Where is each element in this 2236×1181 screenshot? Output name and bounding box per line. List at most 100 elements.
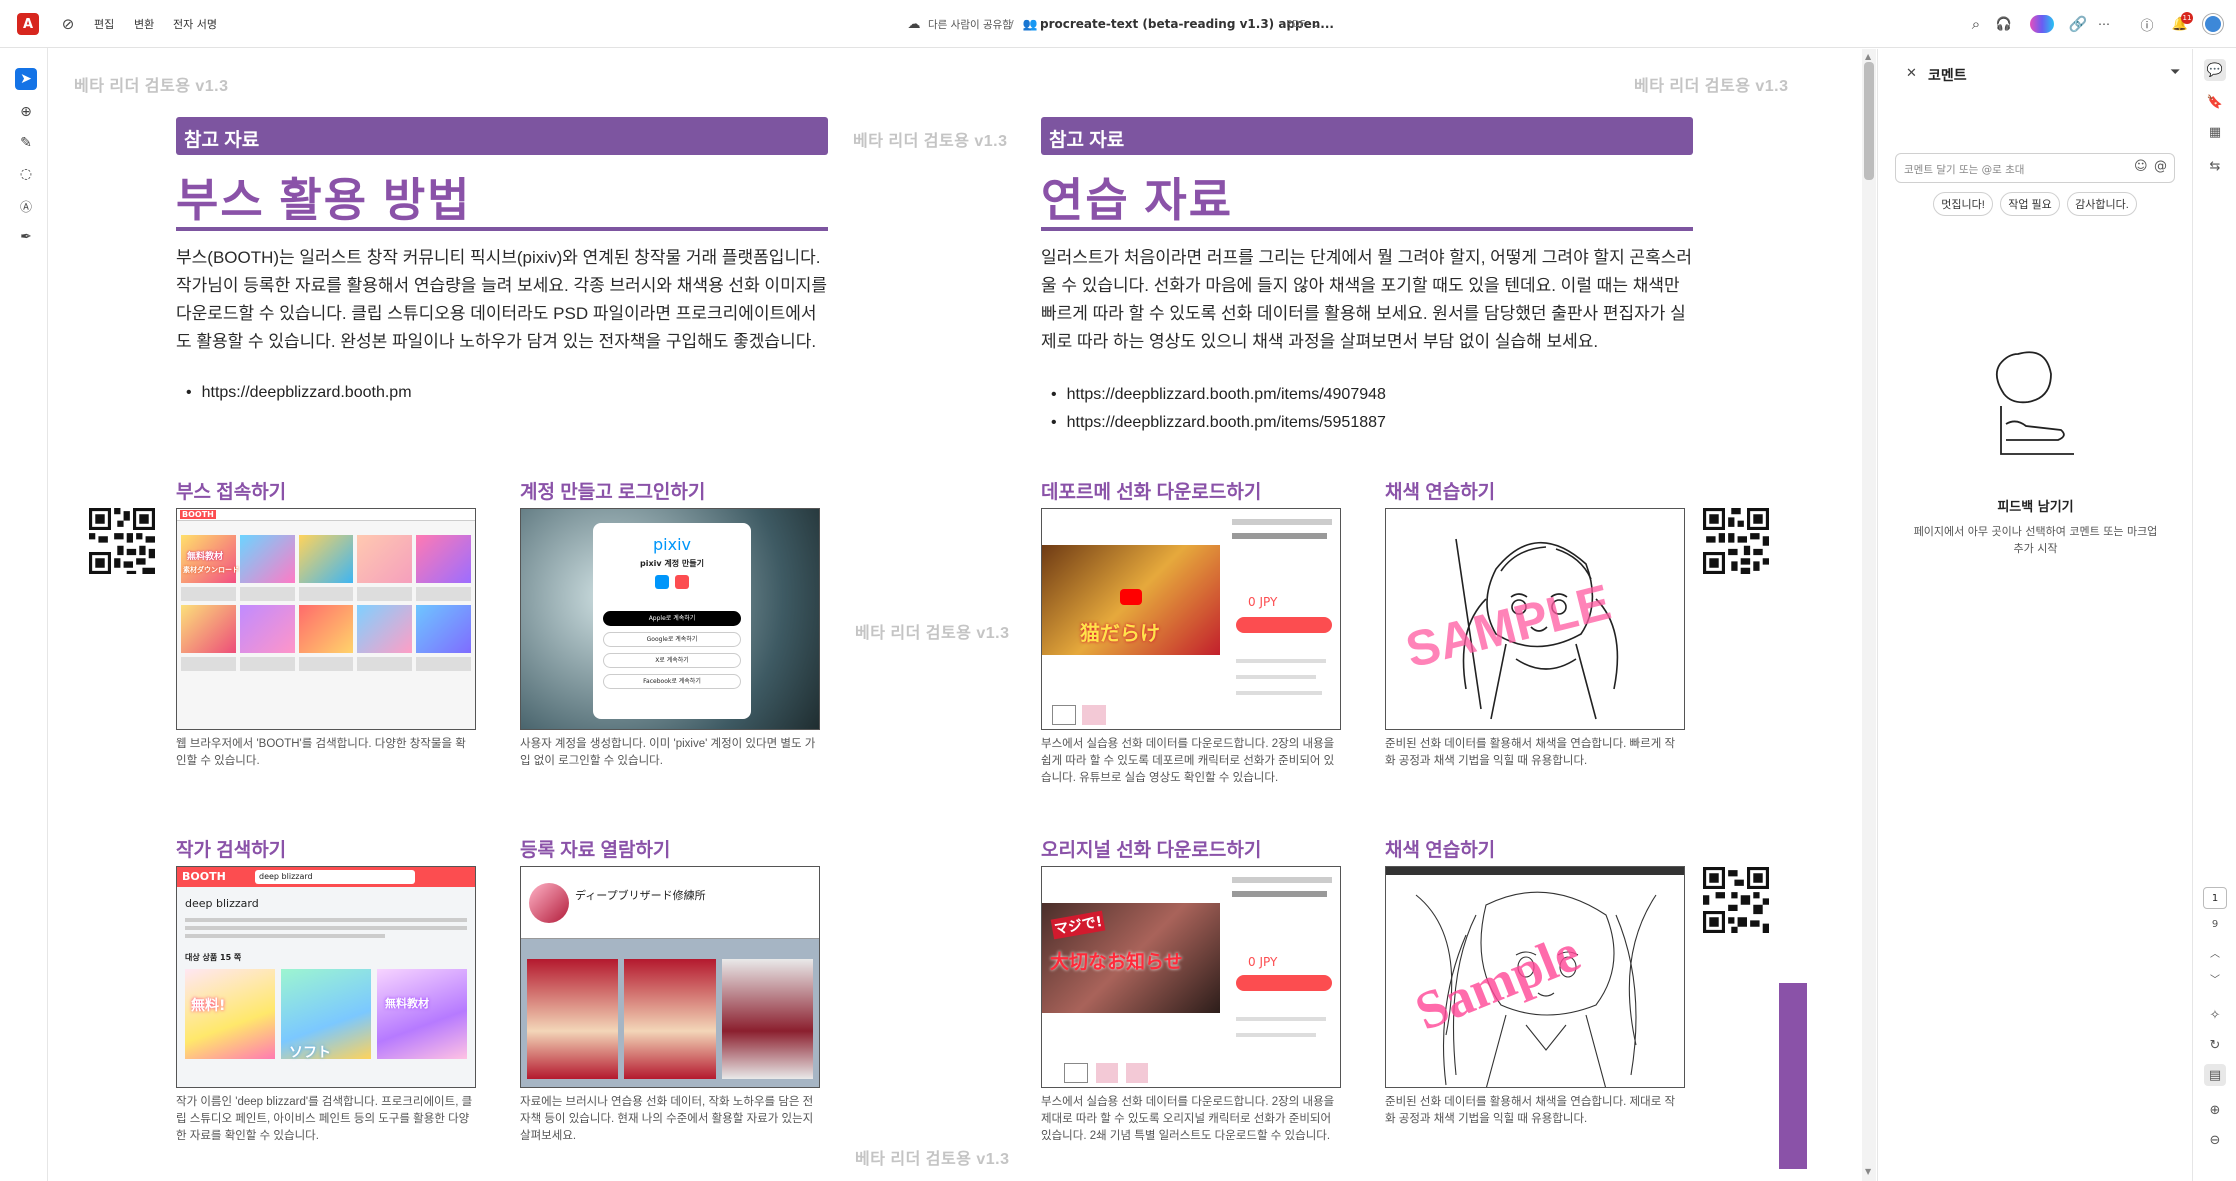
top-bar: A ⊘ 편집 변환 전자 서명 ☁ 다른 사람이 공유함 / 👥 procrea… — [0, 0, 2236, 48]
quick-reply-chip[interactable]: 감사합니다. — [2067, 192, 2137, 216]
price-label: 0 JPY — [1248, 595, 1278, 609]
screenshot-booth-shop: ディープブリザード修練所 — [520, 866, 820, 1088]
screenshot-booth-home: BOOTH 無料教材 素材ダウンロード — [176, 508, 476, 730]
avatar[interactable] — [2203, 14, 2223, 34]
page-heading: 연습 자료 — [1041, 174, 1234, 226]
section-caption: 부스에서 실습용 선화 데이터를 다운로드합니다. 2장의 내용을 제대로 따라… — [1041, 1096, 1335, 1142]
search-icon[interactable]: ⌕ — [1966, 14, 1986, 34]
booth-link[interactable]: https://deepblizzard.booth.pm — [186, 384, 412, 402]
section-caption: 웹 브라우저에서 'BOOTH'를 검색합니다. 다양한 창작물을 확인할 수 … — [176, 738, 466, 767]
filter-icon[interactable]: ⏷ — [2170, 65, 2180, 80]
comment-input[interactable]: 코멘트 달기 또는 @로 초대 ☺ @ — [1895, 153, 2175, 183]
apple-signin-button: Apple로 계속하기 — [603, 611, 741, 626]
item-link[interactable]: https://deepblizzard.booth.pm/items/4907… — [1051, 386, 1386, 404]
menu-esign[interactable]: 전자 서명 — [173, 0, 217, 48]
section-caption: 작가 이름인 'deep blizzard'를 검색합니다. 프로크리에이트, … — [176, 1096, 473, 1142]
menu-convert[interactable]: 변환 — [134, 0, 154, 48]
notification-badge: 11 — [2181, 12, 2193, 24]
pixiv-logo: pixiv — [653, 535, 691, 554]
watermark: 베타 리더 검토용 v1.3 — [855, 625, 1010, 642]
chevron-down-icon[interactable]: ⌄ — [1306, 14, 1326, 34]
qr-code — [1703, 508, 1769, 574]
scroll-down-icon[interactable]: ▼ — [1865, 1167, 1871, 1176]
section-caption: 준비된 선화 데이터를 활용해서 채색을 연습합니다. 제대로 작화 공정과 채… — [1385, 1096, 1676, 1125]
zoom-tool-icon[interactable]: ⊕ — [15, 101, 37, 123]
page-number-total: 9 — [2211, 919, 2219, 930]
more-icon[interactable]: ⋯ — [2094, 14, 2114, 34]
section-band: 참고 자료 — [176, 117, 828, 155]
product-badge: 無料教材 — [385, 997, 429, 1010]
screenshot-booth-search: BOOTH deep blizzard deep blizzard 대상 상품 1… — [176, 866, 476, 1088]
scroll-up-icon[interactable]: ▲ — [1865, 52, 1871, 61]
video-title: 大切なお知らせ — [1050, 951, 1183, 973]
price-label: 0 JPY — [1248, 955, 1278, 969]
chevron-down-icon[interactable]: ﹀ — [2204, 967, 2226, 989]
cloud-icon: ☁ — [907, 16, 921, 32]
search-box: deep blizzard — [255, 870, 415, 884]
pen-tool-icon[interactable]: ✎ — [15, 132, 37, 154]
watermark: 베타 리더 검토용 v1.3 — [1634, 78, 1789, 95]
document-viewer[interactable]: 베타 리더 검토용 v1.3 베타 리더 검토용 v1.3 베타 리더 검토용 … — [49, 49, 1861, 1181]
history-icon[interactable]: ⊘ — [58, 14, 78, 34]
comment-placeholder: 코멘트 달기 또는 @로 초대 — [1904, 164, 2025, 176]
acrobat-logo-icon[interactable]: A — [17, 13, 39, 35]
ai-assistant-icon[interactable] — [2030, 15, 2054, 33]
feedback-illustration-icon — [1995, 351, 2074, 455]
compare-icon[interactable]: ⇆ — [2204, 155, 2226, 177]
author-name: deep blizzard — [185, 897, 259, 910]
vertical-scrollbar[interactable]: ▲ ▼ — [1862, 49, 1876, 1181]
link-icon[interactable]: 🔗 — [2068, 14, 2088, 34]
banner-text: 素材ダウンロード — [183, 566, 239, 574]
watermark: 베타 리더 검토용 v1.3 — [855, 1151, 1010, 1168]
product-badge: 無料! — [191, 998, 226, 1014]
shop-name: ディープブリザード修練所 — [575, 889, 706, 902]
headphones-icon[interactable]: 🎧 — [1994, 14, 2014, 34]
booth-logo: BOOTH — [182, 870, 226, 883]
shared-users-icon: 👥 — [1022, 17, 1038, 31]
section-title: 부스 접속하기 — [176, 482, 287, 503]
ai-sparkle-icon[interactable]: ✧ — [2204, 1004, 2226, 1026]
grid-icon[interactable]: ▦ — [2204, 121, 2226, 143]
section-caption: 자료에는 브러시나 연습용 선화 데이터, 작화 노하우를 담은 전자책 등이 … — [520, 1096, 814, 1142]
page-number-current[interactable]: 1 — [2203, 887, 2227, 909]
x-signin-button: X로 계속하기 — [603, 653, 741, 668]
mention-icon[interactable]: @ — [2154, 159, 2167, 174]
watermark: 베타 리더 검토용 v1.3 — [74, 78, 229, 95]
menu-edit[interactable]: 편집 — [94, 0, 114, 48]
close-icon[interactable]: ✕ — [1906, 66, 1917, 81]
section-caption: 부스에서 실습용 선화 데이터를 다운로드합니다. 2장의 내용을 쉽게 따라 … — [1041, 738, 1335, 784]
comments-panel: ✕ 코멘트 ⏷ 코멘트 달기 또는 @로 초대 ☺ @ 멋집니다! 작업 필요 … — [1877, 49, 2192, 1181]
rotate-icon[interactable]: ↻ — [2204, 1034, 2226, 1056]
panel-title: 코멘트 — [1928, 68, 1967, 84]
screenshot-pixiv-signup: pixiv pixiv 계정 만들기 Apple로 계속하기 Google로 계… — [520, 508, 820, 730]
lasso-tool-icon[interactable]: ◌ — [15, 163, 37, 185]
scrollbar-thumb[interactable] — [1864, 62, 1874, 180]
heading-rule — [1041, 227, 1693, 231]
help-icon[interactable]: ⓘ — [2137, 14, 2157, 34]
share-status: 다른 사람이 공유함 — [928, 18, 1012, 31]
quick-reply-chip[interactable]: 멋집니다! — [1933, 192, 1993, 216]
banner-text: 無料教材 — [187, 552, 224, 562]
page-fit-icon[interactable]: ▤ — [2204, 1064, 2226, 1086]
google-signin-button: Google로 계속하기 — [603, 632, 741, 647]
qr-code — [89, 508, 155, 574]
result-count: 대상 상품 15 쪽 — [185, 953, 242, 962]
document-type: PDF — [1286, 18, 1306, 30]
bookmark-icon[interactable]: 🔖 — [2204, 91, 2226, 113]
chevron-up-icon[interactable]: ︿ — [2204, 941, 2226, 963]
quick-reply-chip[interactable]: 작업 필요 — [2000, 192, 2060, 216]
section-title: 작가 검색하기 — [176, 840, 287, 861]
select-tool-icon[interactable]: ➤ — [15, 68, 37, 90]
emoji-icon[interactable]: ☺ — [2134, 159, 2148, 174]
sign-tool-icon[interactable]: ✒ — [15, 226, 37, 248]
item-link[interactable]: https://deepblizzard.booth.pm/items/5951… — [1051, 414, 1386, 432]
zoom-out-icon[interactable]: ⊖ — [2204, 1129, 2226, 1151]
section-title: 채색 연습하기 — [1385, 482, 1496, 503]
qr-code — [1703, 867, 1769, 933]
section-title: 채색 연습하기 — [1385, 840, 1496, 861]
comment-icon[interactable]: 💬 — [2204, 59, 2226, 81]
text-tool-icon[interactable]: Ⓐ — [15, 195, 37, 217]
section-title: 오리지널 선화 다운로드하기 — [1041, 840, 1262, 861]
zoom-in-icon[interactable]: ⊕ — [2204, 1099, 2226, 1121]
lineart-sample-2: Sample — [1385, 866, 1685, 1088]
